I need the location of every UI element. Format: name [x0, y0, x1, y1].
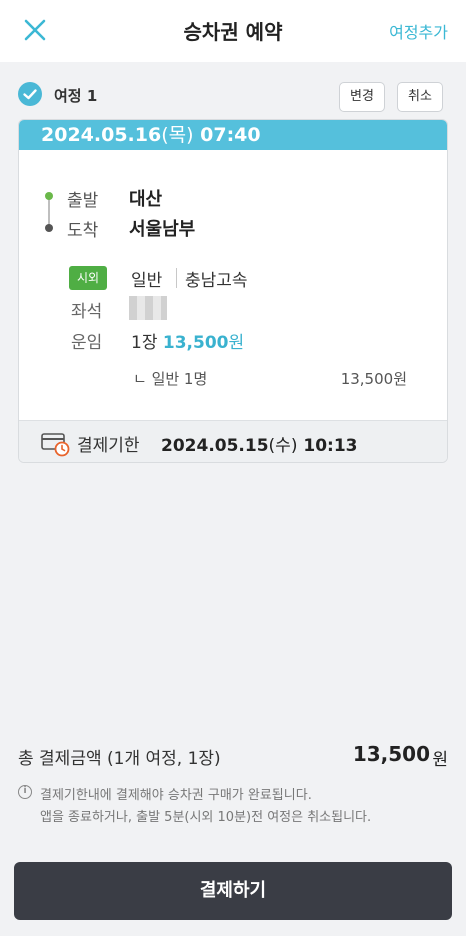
change-button[interactable]: 변경: [339, 82, 385, 112]
arrival-label: 도착: [67, 221, 99, 241]
fare-unit: 원: [228, 333, 245, 353]
ticket-count: 1장: [131, 333, 158, 353]
seat-label: 좌석: [71, 302, 103, 322]
cancel-button[interactable]: 취소: [397, 82, 443, 112]
total-amount: 13,500: [352, 742, 430, 766]
trip-card: 2024.05.16(목) 07:40 출발 대산 도착 서울남부 시외 일반 …: [18, 119, 448, 463]
check-icon[interactable]: [18, 82, 42, 106]
divider: [176, 268, 177, 288]
notice-line-1: 결제기한내에 결제해야 승차권 구매가 완료됩니다.: [40, 788, 312, 803]
fare-detail-amount: 13,500원: [340, 370, 407, 388]
arrival-dot: [45, 224, 53, 232]
departure-datetime: 2024.05.16(목) 07:40: [19, 120, 447, 150]
total-label: 총 결제금액 (1개 여정, 1장): [18, 749, 221, 769]
payment-deadline: 결제기한 2024.05.15(수) 10:13: [19, 420, 447, 462]
pay-button[interactable]: 결제하기: [14, 862, 452, 920]
trip-header: 여정 1 변경 취소: [18, 82, 448, 112]
deadline-time: 10:13: [303, 436, 358, 456]
seat-number-blurred: [129, 296, 167, 320]
notice-line-2: 앱을 종료하거나, 출발 5분(시외 10분)전 여정은 취소됩니다.: [40, 810, 372, 825]
bus-class: 일반: [131, 271, 163, 291]
total-payment: 총 결제금액 (1개 여정, 1장) 13,500 원: [18, 740, 448, 772]
departure-dot: [45, 192, 53, 200]
bus-company: 충남고속: [185, 271, 248, 291]
departure-day: (목): [161, 124, 194, 146]
trip-label: 여정 1: [54, 87, 98, 105]
card-clock-icon: [41, 431, 71, 457]
arrival-terminal: 서울남부: [129, 219, 196, 240]
departure-date: 2024.05.16: [41, 124, 162, 146]
departure-time: 07:40: [200, 124, 261, 146]
total-unit: 원: [432, 750, 448, 770]
fare-value: 1장 13,500원: [131, 328, 244, 353]
fare-detail: ㄴ 일반 1명: [133, 370, 208, 388]
deadline-date: 2024.05.15: [161, 436, 269, 456]
route-type-badge: 시외: [69, 266, 107, 290]
deadline-day: (수): [268, 436, 298, 456]
info-icon: i: [18, 785, 32, 799]
deadline-value: 2024.05.15(수) 10:13: [161, 431, 358, 456]
fare-label: 운임: [71, 333, 103, 353]
departure-label: 출발: [67, 191, 99, 211]
deadline-label: 결제기한: [77, 436, 140, 456]
fare-amount: 13,500: [162, 333, 229, 353]
add-trip-button[interactable]: 여정추가: [389, 19, 448, 43]
departure-terminal: 대산: [129, 189, 163, 210]
app-header: 승차권 예약 여정추가: [0, 0, 466, 62]
